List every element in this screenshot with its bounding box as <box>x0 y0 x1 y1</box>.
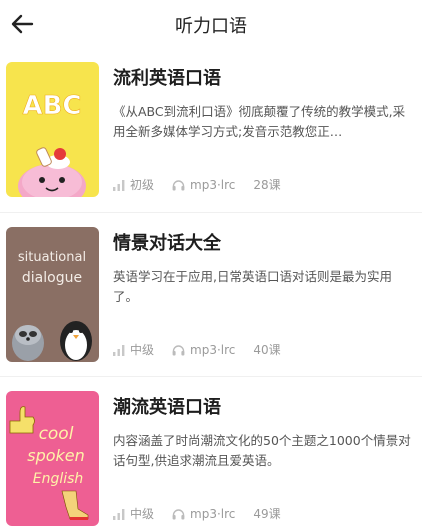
course-item[interactable]: situational dialogue 情景对话大全 英语学习在于应用,日常英… <box>0 212 422 376</box>
course-info: 潮流英语口语 内容涵盖了时尚潮流文化的50个主题之1000个情景对话句型,供追求… <box>113 391 413 526</box>
course-format: mp3·lrc <box>190 342 236 357</box>
course-description: 《从ABC到流利口语》彻底颠覆了传统的教学模式,采用全新多媒体学习方式;发音示范… <box>113 104 406 139</box>
signal-bars-icon <box>113 344 125 356</box>
course-format: mp3·lrc <box>190 177 236 192</box>
course-lessons: 40课 <box>253 343 281 357</box>
course-title: 情景对话大全 <box>113 233 221 254</box>
course-item[interactable]: ABC 流利英语口语 《从ABC到流利口语》彻底颠覆了传统的教学模式,采用全新多… <box>0 48 422 212</box>
cover-text: spoken <box>27 446 85 465</box>
course-format: mp3·lrc <box>190 506 236 521</box>
course-item[interactable]: cool spoken English 潮流英语口语 内容涵盖了时尚潮流文化的5… <box>0 376 422 532</box>
course-info: 情景对话大全 英语学习在于应用,日常英语口语对话则是最为实用了。 中级 mp3·… <box>113 227 413 362</box>
course-level: 初级 <box>130 178 155 192</box>
course-title: 流利英语口语 <box>113 68 221 89</box>
page-title: 听力口语 <box>175 16 247 37</box>
headphones-icon <box>172 344 185 355</box>
course-title: 潮流英语口语 <box>113 397 221 418</box>
top-bar: 听力口语 <box>0 0 422 48</box>
course-lessons: 49课 <box>253 507 281 521</box>
course-meta: 中级 mp3·lrc 40课 <box>113 341 299 358</box>
course-lessons: 28课 <box>253 178 281 192</box>
course-level: 中级 <box>130 507 155 521</box>
cover-text: situational <box>18 250 86 265</box>
course-info: 流利英语口语 《从ABC到流利口语》彻底颠覆了传统的教学模式,采用全新多媒体学习… <box>113 62 413 197</box>
signal-bars-icon <box>113 508 125 520</box>
course-meta: 中级 mp3·lrc 49课 <box>113 505 299 522</box>
course-cover[interactable]: situational dialogue <box>6 227 99 362</box>
course-cover[interactable]: cool spoken English <box>6 391 99 526</box>
cover-text: cool <box>39 424 74 444</box>
course-cover[interactable]: ABC <box>6 62 99 197</box>
headphones-icon <box>172 179 185 190</box>
cover-text: dialogue <box>22 270 82 286</box>
course-description: 内容涵盖了时尚潮流文化的50个主题之1000个情景对话句型,供追求潮流且爱英语。 <box>113 433 411 468</box>
cover-text: ABC <box>22 91 81 121</box>
signal-bars-icon <box>113 179 125 191</box>
headphones-icon <box>172 508 185 519</box>
cover-text: English <box>33 471 84 487</box>
course-level: 中级 <box>130 343 155 357</box>
course-meta: 初级 mp3·lrc 28课 <box>113 176 299 193</box>
course-description: 英语学习在于应用,日常英语口语对话则是最为实用了。 <box>113 269 392 304</box>
